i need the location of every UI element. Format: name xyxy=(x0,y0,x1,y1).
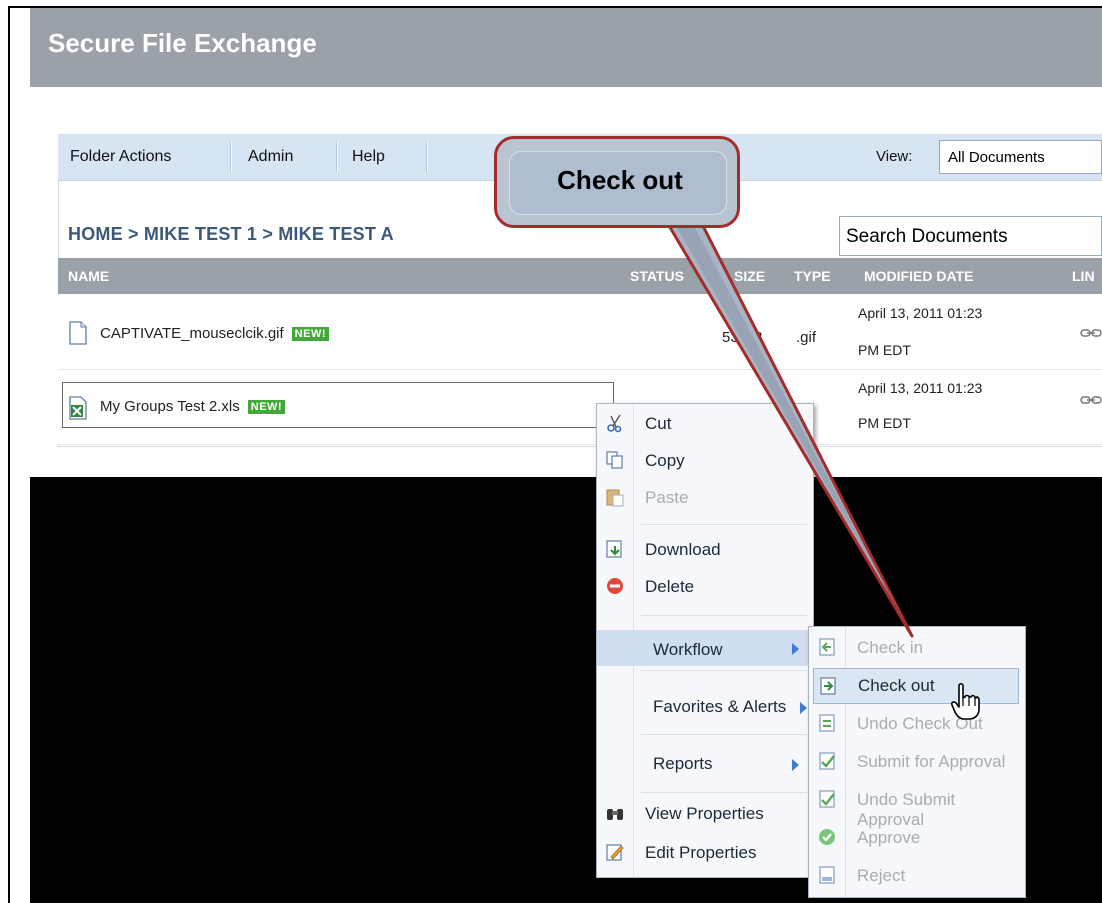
menu-label: Approve xyxy=(857,828,921,847)
view-select[interactable]: All Documents xyxy=(939,140,1102,174)
modified-time: PM EDT xyxy=(858,342,911,358)
app-title: Secure File Exchange xyxy=(48,28,317,58)
link-icon[interactable] xyxy=(1080,394,1102,406)
menu-separator xyxy=(641,792,807,793)
table-row[interactable]: My Groups Test 2.xls NEW! April 13, 2011 … xyxy=(58,370,1102,445)
file-name-cell[interactable]: My Groups Test 2.xls NEW! xyxy=(100,398,286,415)
scissors-icon xyxy=(607,414,622,433)
link-icon[interactable] xyxy=(1080,327,1102,339)
table-header: NAME STATUS SIZE TYPE MODIFIED DATE LIN xyxy=(58,258,1102,294)
menu-item-delete[interactable]: Delete xyxy=(597,569,813,603)
table-row[interactable]: CAPTIVATE_mouseclcik.gif NEW! 53 KB .gif … xyxy=(58,295,1102,370)
column-name[interactable]: NAME xyxy=(68,268,109,284)
menu-label: Reject xyxy=(857,866,906,885)
menu-item-reject[interactable]: Reject xyxy=(809,858,1025,892)
menu-item-view-properties[interactable]: View Properties xyxy=(597,796,813,830)
menu-item-approve[interactable]: Approve xyxy=(809,820,1025,854)
menu-separator xyxy=(641,734,807,735)
menu-label: Check in xyxy=(857,638,924,657)
menu-label: Check out xyxy=(858,676,935,695)
column-status[interactable]: STATUS xyxy=(630,268,684,284)
view-label: View: xyxy=(876,148,913,165)
modified-date: April 13, 2011 01:23 xyxy=(858,380,983,396)
context-menu: Cut Copy Paste Download Delete Workflow xyxy=(596,403,814,878)
menu-separator xyxy=(641,615,807,616)
menu-label: Copy xyxy=(645,451,685,470)
approve-icon xyxy=(819,829,835,845)
modified-time: PM EDT xyxy=(858,415,911,431)
undo-check-out-icon xyxy=(819,714,835,732)
menu-label: Favorites & Alerts xyxy=(653,697,787,716)
file-name[interactable]: My Groups Test 2.xls xyxy=(100,398,240,415)
file-name-cell[interactable]: CAPTIVATE_mouseclcik.gif NEW! xyxy=(100,325,329,342)
menu-label: Cut xyxy=(645,414,672,433)
delete-icon xyxy=(607,578,623,594)
binoculars-icon xyxy=(607,809,623,820)
undo-submit-approval-icon xyxy=(819,790,835,808)
hand-cursor-icon xyxy=(951,682,980,720)
excel-file-icon xyxy=(69,396,87,420)
menu-label: Edit Properties xyxy=(645,843,757,862)
breadcrumb[interactable]: HOME > MIKE TEST 1 > MIKE TEST A xyxy=(68,224,394,245)
menu-item-check-out[interactable]: Check out xyxy=(813,668,1019,704)
submenu-arrow-icon xyxy=(800,702,807,714)
menu-item-undo-check-out[interactable]: Undo Check Out xyxy=(809,706,1025,740)
search-input[interactable]: Search Documents xyxy=(839,216,1102,256)
menu-item-paste[interactable]: Paste xyxy=(597,480,813,514)
submenu-arrow-icon xyxy=(792,759,799,771)
menu-item-check-in[interactable]: Check in xyxy=(809,630,1025,664)
menu-item-favorites-alerts[interactable]: Favorites & Alerts xyxy=(597,689,813,723)
menu-label: Delete xyxy=(645,577,695,596)
toolbar-admin[interactable]: Admin xyxy=(248,148,293,166)
file-size: 53 KB xyxy=(722,329,763,346)
file-type: .gif xyxy=(796,329,817,346)
edit-icon xyxy=(606,844,624,861)
toolbar-folder-actions[interactable]: Folder Actions xyxy=(70,148,171,166)
toolbar-help[interactable]: Help xyxy=(352,148,385,166)
menu-label: Reports xyxy=(653,754,713,773)
workflow-submenu: Check in Check out Undo Check Out Submit… xyxy=(808,626,1026,898)
menu-label: Workflow xyxy=(653,640,723,659)
menu-label: Submit for Approval xyxy=(857,752,1006,771)
copy-icon xyxy=(606,451,623,469)
menu-label: Paste xyxy=(645,488,689,507)
new-badge: NEW! xyxy=(291,327,329,342)
menu-item-workflow[interactable]: Workflow xyxy=(597,630,813,666)
menu-item-cut[interactable]: Cut xyxy=(597,406,813,440)
column-link[interactable]: LIN xyxy=(1072,268,1095,284)
menu-item-submit-for-approval[interactable]: Submit for Approval xyxy=(809,744,1025,778)
new-badge: NEW! xyxy=(247,400,286,415)
check-out-icon xyxy=(820,677,836,695)
check-in-icon xyxy=(819,638,835,656)
toolbar-separator xyxy=(336,142,338,172)
paste-icon xyxy=(606,489,624,507)
modified-date: April 13, 2011 01:23 xyxy=(858,305,983,321)
submit-approval-icon xyxy=(819,752,835,770)
callout-text: Check out xyxy=(557,165,683,195)
menu-item-copy[interactable]: Copy xyxy=(597,443,813,477)
menu-label: Download xyxy=(645,540,721,559)
menu-separator xyxy=(641,670,807,671)
toolbar-separator xyxy=(230,142,232,172)
callout-box: Check out xyxy=(494,136,740,228)
download-icon xyxy=(606,540,622,558)
menu-label: View Properties xyxy=(645,804,764,823)
app-header: Secure File Exchange xyxy=(30,8,1102,87)
submenu-arrow-icon xyxy=(792,643,799,655)
menu-item-download[interactable]: Download xyxy=(597,532,813,566)
toolbar-separator xyxy=(426,142,428,172)
column-type[interactable]: TYPE xyxy=(794,268,831,284)
menu-item-edit-properties[interactable]: Edit Properties xyxy=(597,835,813,869)
column-modified-date[interactable]: MODIFIED DATE xyxy=(864,268,973,284)
file-name[interactable]: CAPTIVATE_mouseclcik.gif xyxy=(100,325,284,342)
menu-separator xyxy=(641,524,807,525)
file-icon xyxy=(69,321,87,345)
menu-item-reports[interactable]: Reports xyxy=(597,746,813,780)
column-size[interactable]: SIZE xyxy=(734,268,765,284)
reject-icon xyxy=(819,866,835,884)
menu-item-undo-submit-approval[interactable]: Undo Submit Approval xyxy=(809,782,1025,829)
